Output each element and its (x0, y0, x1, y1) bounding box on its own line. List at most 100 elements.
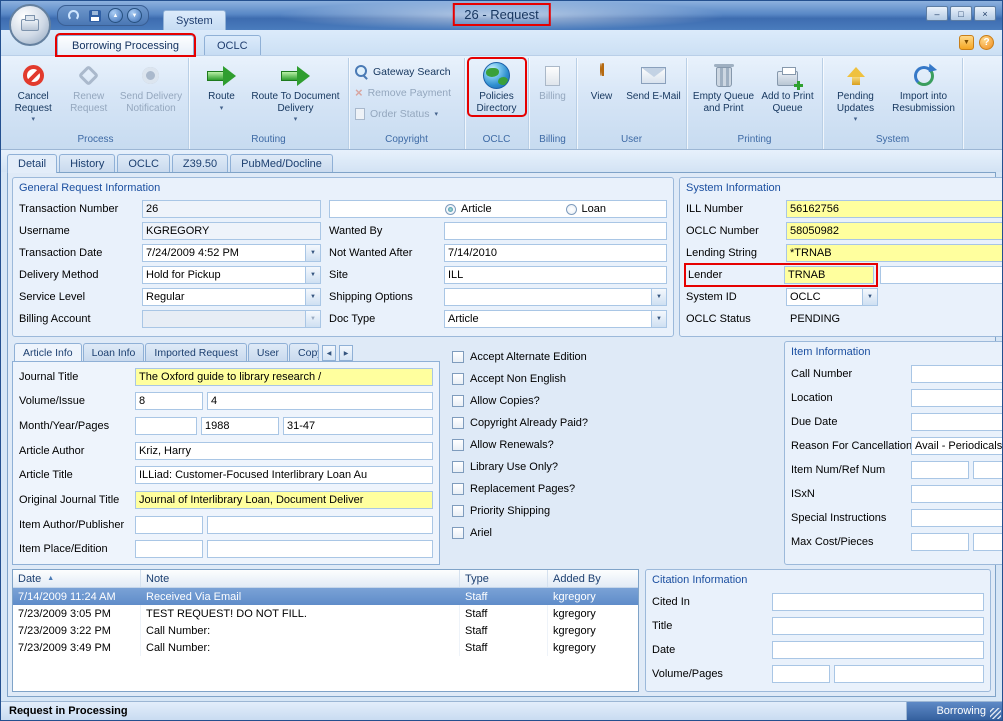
system-id-select[interactable]: OCLC▼ (786, 288, 878, 306)
minimize-button[interactable]: – (926, 6, 948, 21)
isxn-input[interactable] (911, 485, 1003, 503)
cancel-request-button[interactable]: Cancel Request ▾ (5, 59, 61, 127)
tab-copy[interactable]: Copy (289, 343, 319, 361)
journal-title-input[interactable] (135, 368, 433, 386)
tab-scroll-right-button[interactable]: ▶ (339, 345, 353, 361)
item-author-input[interactable] (135, 516, 203, 534)
max-cost-input[interactable] (911, 533, 969, 551)
table-row[interactable]: 7/23/2009 3:05 PM TEST REQUEST! DO NOT F… (13, 605, 638, 622)
wanted-by-input[interactable] (444, 222, 667, 240)
send-email-button[interactable]: Send E-Mail (625, 59, 683, 104)
issue-input[interactable] (207, 392, 433, 410)
pieces-input[interactable] (973, 533, 1003, 551)
refresh-button[interactable] (64, 8, 82, 24)
tab-system[interactable]: System (163, 10, 226, 30)
tab-loan-info[interactable]: Loan Info (83, 343, 145, 361)
route-to-document-delivery-button[interactable]: Route To Document Delivery ▾ (250, 59, 342, 127)
original-journal-title-input[interactable] (135, 491, 433, 509)
updates-download-icon[interactable]: ▼ (959, 35, 974, 50)
shipping-options-select[interactable]: ▼ (444, 288, 667, 306)
article-author-input[interactable] (135, 442, 433, 460)
username-input[interactable] (142, 222, 321, 240)
special-instructions-input[interactable] (911, 509, 1003, 527)
citation-title-input[interactable] (772, 617, 984, 635)
checkbox-accept-non-english[interactable]: Accept Non English (452, 373, 778, 385)
transaction-date-select[interactable]: 7/24/2009 4:52 PM▼ (142, 244, 321, 262)
column-header-note[interactable]: Note (141, 570, 460, 587)
year-input[interactable] (201, 417, 279, 435)
service-level-select[interactable]: Regular▼ (142, 288, 321, 306)
tab-article-info[interactable]: Article Info (14, 343, 82, 361)
tab-detail[interactable]: Detail (7, 154, 57, 173)
column-header-date[interactable]: Date▲ (13, 570, 141, 587)
order-status-button[interactable]: Order Status ▾ (351, 104, 442, 123)
app-menu-button[interactable] (9, 4, 51, 46)
tab-scroll-left-button[interactable]: ◀ (322, 345, 336, 361)
import-resubmission-button[interactable]: Import into Resubmission (888, 59, 960, 115)
citation-volume-input[interactable] (772, 665, 830, 683)
tab-user[interactable]: User (248, 343, 288, 361)
checkbox-copyright-already-paid[interactable]: Copyright Already Paid? (452, 417, 778, 429)
view-user-button[interactable]: View (581, 59, 623, 104)
tab-imported-request[interactable]: Imported Request (145, 343, 246, 361)
lender-extra-input[interactable] (880, 266, 1003, 284)
add-to-print-queue-button[interactable]: Add to Print Queue (758, 59, 818, 115)
transaction-number-input[interactable] (142, 200, 321, 218)
renew-request-button[interactable]: Renew Request (63, 59, 114, 115)
help-icon[interactable]: ? (979, 35, 994, 50)
delivery-method-select[interactable]: Hold for Pickup▼ (142, 266, 321, 284)
citation-pages-input[interactable] (834, 665, 984, 683)
checkbox-allow-renewals[interactable]: Allow Renewals? (452, 439, 778, 451)
due-date-select[interactable]: ▼ (911, 413, 1003, 431)
tab-oclc[interactable]: OCLC (204, 35, 261, 55)
maximize-button[interactable]: □ (950, 6, 972, 21)
cited-in-input[interactable] (772, 593, 984, 611)
citation-date-input[interactable] (772, 641, 984, 659)
empty-queue-print-button[interactable]: Empty Queue and Print (692, 59, 756, 115)
doc-type-select[interactable]: Article▼ (444, 310, 667, 328)
item-num-input[interactable] (911, 461, 969, 479)
column-header-added-by[interactable]: Added By (548, 570, 638, 587)
month-input[interactable] (135, 417, 197, 435)
remove-payment-button[interactable]: × Remove Payment (351, 83, 455, 102)
close-button[interactable]: × (974, 6, 996, 21)
radio-loan[interactable]: Loan (566, 203, 606, 215)
tab-z3950[interactable]: Z39.50 (172, 154, 228, 172)
checkbox-library-use-only[interactable]: Library Use Only? (452, 461, 778, 473)
table-row[interactable]: 7/23/2009 3:22 PM Call Number: Staff kgr… (13, 622, 638, 639)
checkbox-priority-shipping[interactable]: Priority Shipping (452, 505, 778, 517)
item-place-input[interactable] (135, 540, 203, 558)
reason-cancellation-select[interactable]: Avail - Periodicals See Not (911, 437, 1003, 455)
radio-article[interactable]: Article (445, 203, 492, 215)
tab-history[interactable]: History (59, 154, 115, 172)
tab-borrowing-processing[interactable]: Borrowing Processing (57, 35, 194, 55)
checkbox-accept-alternate-edition[interactable]: Accept Alternate Edition (452, 351, 778, 363)
volume-input[interactable] (135, 392, 203, 410)
site-input[interactable] (444, 266, 667, 284)
gateway-search-button[interactable]: Gateway Search (351, 62, 455, 81)
article-title-input[interactable] (135, 466, 433, 484)
checkbox-ariel[interactable]: Ariel (452, 527, 778, 539)
ill-number-input[interactable] (786, 200, 1003, 218)
item-publisher-input[interactable] (207, 516, 433, 534)
ref-num-input[interactable] (973, 461, 1003, 479)
billing-account-select[interactable]: ▼ (142, 310, 321, 328)
lender-input[interactable] (784, 266, 874, 284)
table-row[interactable]: 7/14/2009 11:24 AM Received Via Email St… (13, 588, 638, 605)
pages-input[interactable] (283, 417, 433, 435)
tab-oclc-detail[interactable]: OCLC (117, 154, 170, 172)
not-wanted-after-input[interactable] (444, 244, 667, 262)
nav-down-button[interactable]: ▼ (127, 8, 142, 23)
checkbox-replacement-pages[interactable]: Replacement Pages? (452, 483, 778, 495)
pending-updates-button[interactable]: Pending Updates ▾ (826, 59, 886, 127)
oclc-number-input[interactable] (786, 222, 1003, 240)
billing-button[interactable]: Billing (532, 59, 574, 104)
nav-up-button[interactable]: ▲ (108, 8, 123, 23)
table-row[interactable]: 7/23/2009 3:49 PM Call Number: Staff kgr… (13, 639, 638, 656)
lending-string-input[interactable] (786, 244, 1003, 262)
location-input[interactable] (911, 389, 1003, 407)
policies-directory-button[interactable]: Policies Directory (469, 59, 525, 115)
column-header-type[interactable]: Type (460, 570, 548, 587)
call-number-input[interactable] (911, 365, 1003, 383)
checkbox-allow-copies[interactable]: Allow Copies? (452, 395, 778, 407)
